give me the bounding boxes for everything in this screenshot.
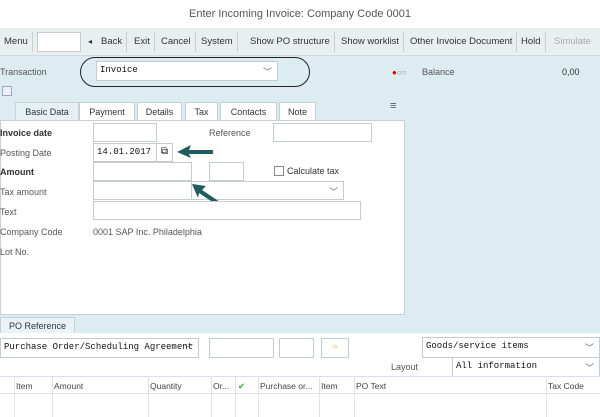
po-item-input[interactable] [279, 338, 314, 358]
company-code-value: 0001 SAP Inc. Philadelphia [93, 227, 202, 237]
po-number-input[interactable] [209, 338, 274, 358]
collapse-icon[interactable]: ◂ [84, 32, 96, 52]
posting-date-label: Posting Date [0, 148, 52, 158]
cancel-button[interactable]: Cancel [157, 32, 196, 52]
transfer-icon[interactable]: ⇨ [321, 338, 349, 358]
column-header-po-item[interactable]: Item [321, 381, 338, 391]
layout-value: All information [456, 361, 538, 371]
text-label: Text [0, 207, 17, 217]
invoice-date-input[interactable] [93, 123, 157, 142]
transaction-value: Invoice [100, 65, 138, 75]
show-worklist-button[interactable]: Show worklist [337, 32, 405, 52]
tab-tax[interactable]: Tax [185, 102, 218, 120]
arrow-annotation-icon [177, 145, 213, 158]
simulate-button[interactable]: Simulate [550, 32, 595, 52]
tab-list-icon[interactable]: ≡ [390, 100, 396, 112]
document-type-select[interactable]: Purchase Order/Scheduling Agreement ﹀ [0, 338, 199, 358]
toolbar: Menu ◂ Back Exit Cancel System Show PO s… [0, 28, 600, 56]
balance-value: 0,00 [562, 67, 580, 77]
chevron-down-icon: ﹀ [183, 345, 193, 355]
window-title: Enter Incoming Invoice: Company Code 000… [0, 0, 600, 28]
folder-icon[interactable] [2, 86, 12, 96]
select-check-icon[interactable]: ✔ [238, 381, 245, 392]
column-header-po-text[interactable]: PO Text [356, 381, 386, 391]
column-header-item[interactable]: Item [16, 381, 33, 391]
tax-amount-input[interactable] [93, 181, 192, 200]
column-header-tax-code[interactable]: Tax Code [548, 381, 584, 391]
lot-no-label: Lot No. [0, 247, 30, 257]
layout-select[interactable]: All information ﹀ [452, 357, 600, 378]
reference-input[interactable] [273, 123, 372, 142]
tab-contacts[interactable]: Contacts [220, 102, 277, 120]
back-button[interactable]: Back [97, 32, 128, 52]
calculate-tax-label: Calculate tax [287, 166, 340, 176]
other-invoice-document-button[interactable]: Other Invoice Document [406, 32, 518, 52]
exit-button[interactable]: Exit [130, 32, 155, 52]
company-code-label: Company Code [0, 227, 63, 237]
balance-label: Balance [422, 67, 455, 77]
transaction-select[interactable]: Invoice ﹀ [96, 61, 278, 81]
reference-label: Reference [209, 128, 251, 138]
hold-button[interactable]: Hold [517, 32, 546, 52]
chevron-down-icon: ﹀ [328, 188, 338, 198]
invoice-date-label: Invoice date [0, 128, 53, 138]
posting-date-input[interactable]: 14.01.2017 [93, 143, 157, 162]
table-row-divider [0, 393, 600, 394]
calculate-tax-checkbox[interactable] [274, 166, 284, 176]
items-select-value: Goods/service items [426, 341, 529, 351]
tab-basic-data[interactable]: Basic Data [15, 102, 79, 120]
items-select[interactable]: Goods/service items ﹀ [422, 337, 600, 358]
chevron-down-icon: ﹀ [584, 344, 594, 354]
menu-button[interactable]: Menu [0, 32, 33, 52]
tab-po-reference[interactable]: PO Reference [0, 317, 75, 333]
status-lights-icon: ●○○ [392, 68, 407, 77]
command-field[interactable] [37, 32, 81, 52]
document-type-value: Purchase Order/Scheduling Agreement [4, 342, 194, 352]
amount-label: Amount [0, 167, 34, 177]
tax-amount-label: Tax amount [0, 187, 47, 197]
layout-label: Layout [391, 362, 419, 372]
tab-details[interactable]: Details [137, 102, 182, 120]
currency-input[interactable] [209, 162, 244, 181]
show-po-structure-button[interactable]: Show PO structure [246, 32, 335, 52]
tab-payment[interactable]: Payment [79, 102, 135, 120]
tab-note[interactable]: Note [279, 102, 316, 120]
system-button[interactable]: System [197, 32, 238, 52]
chevron-down-icon: ﹀ [262, 68, 272, 78]
amount-input[interactable] [93, 162, 192, 181]
column-header-order-unit[interactable]: Or... [213, 381, 229, 391]
calendar-icon[interactable]: ⧉ [156, 143, 173, 162]
column-header-quantity[interactable]: Quantity [150, 381, 182, 391]
transaction-label: Transaction [0, 67, 47, 77]
column-header-purchase-order[interactable]: Purchase or... [260, 381, 312, 391]
column-header-amount[interactable]: Amount [54, 381, 83, 391]
text-input[interactable] [93, 201, 361, 220]
